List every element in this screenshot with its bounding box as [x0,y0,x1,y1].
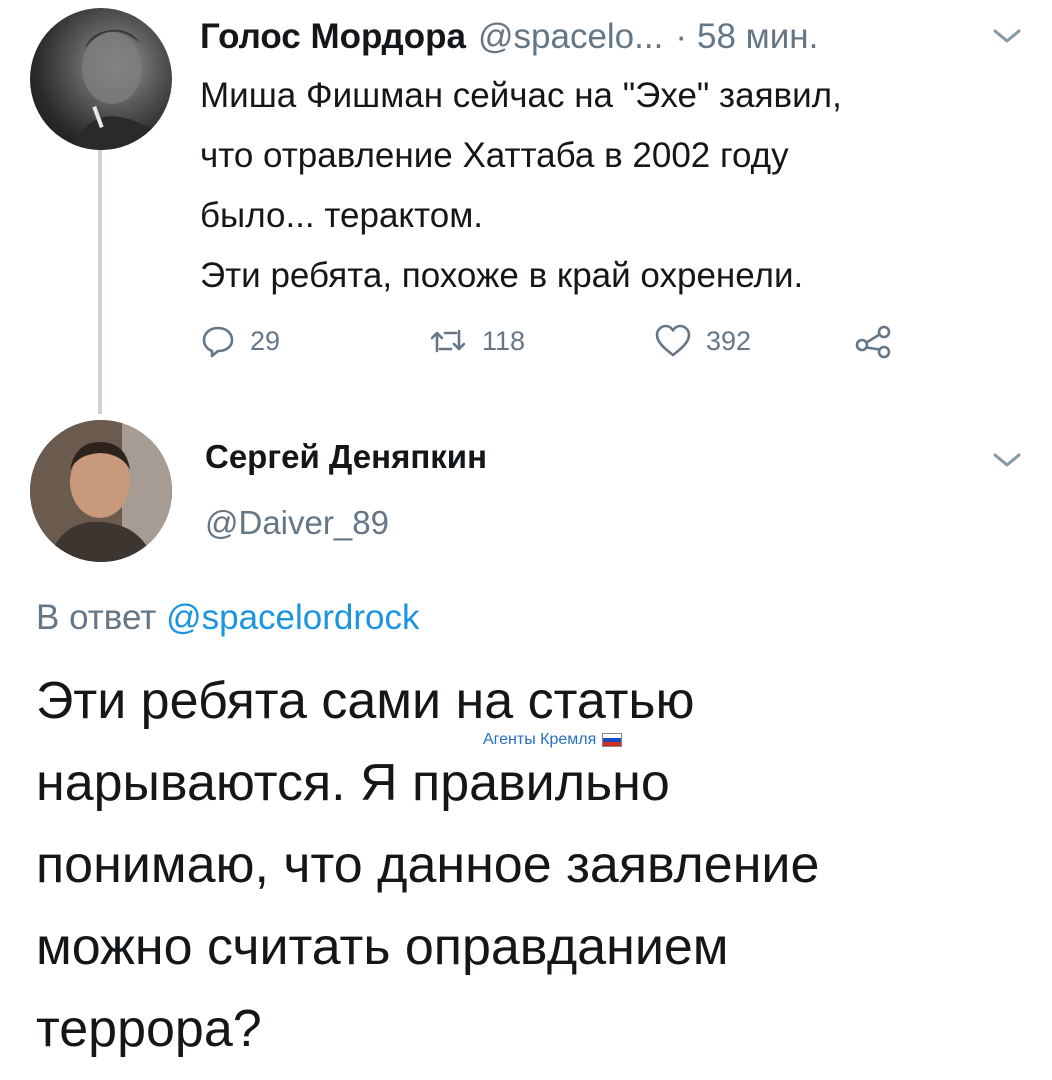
tweet1-text-line: что отравление Хаттаба в 2002 году [200,136,789,175]
reply-button[interactable]: 29 [200,323,428,359]
reply-context: В ответ @spacelordrock [36,598,420,638]
retweet-button[interactable]: 118 [428,323,654,359]
tweet2-author-handle[interactable]: @Daiver_89 [205,504,389,542]
reply-count: 29 [250,325,281,356]
tweet2-text-line: Эти ребята сами на статью [36,672,695,730]
tweet2-text-line: террора? [36,1000,262,1058]
like-count: 392 [706,325,752,356]
chevron-down-icon[interactable] [990,24,1024,48]
thread-connector-line [98,150,102,414]
retweet-icon [430,329,466,353]
avatar-image [30,420,172,562]
avatar-image [70,29,172,150]
tweet1-author-name[interactable]: Голос Мордора [200,17,466,57]
tweet1-text-line: Миша Фишман сейчас на "Эхе" заявил, [200,76,842,115]
share-button[interactable] [854,323,894,359]
russia-flag-icon [602,733,623,747]
reply-mention-link[interactable]: @spacelordrock [166,598,419,637]
tweet2-text-line: можно считать оправданием [36,918,729,976]
tweet1-text-line: Эти ребята, похоже в край охренели. [200,256,804,295]
reply-icon [202,326,234,358]
tweet1-text: Миша Фишман сейчас на "Эхе" заявил, что … [200,66,1030,306]
tweet1-text-line: было... терактом. [200,196,484,235]
retweet-count: 118 [482,325,526,356]
avatar-sergey-denyapkin[interactable] [30,420,172,562]
tweet1-action-bar: 29 118 392 [200,316,894,366]
tweet2-text-line: понимаю, что данное заявление [36,836,820,894]
watermark: Агенты Кремля [483,731,623,749]
tweet2-text: Эти ребята сами на статью нарываются. Я … [36,660,1036,1070]
chevron-down-icon[interactable] [990,448,1024,472]
tweet1-timestamp[interactable]: 58 мин. [697,17,818,57]
watermark-text: Агенты Кремля [483,731,597,748]
tweet2-text-line: нарываются. Я правильно [36,754,670,812]
avatar-golos-mordora[interactable] [30,8,172,150]
reply-prefix: В ответ [36,598,157,637]
tweet1-separator: · [675,17,687,56]
like-button[interactable]: 392 [654,323,854,359]
tweet2-author-name[interactable]: Сергей Деняпкин [205,438,487,476]
tweet1-author-handle[interactable]: @spacelo... [478,17,663,57]
share-icon [855,325,891,359]
tweet1-header: Голос Мордора @spacelo... · 58 мин. [200,12,818,62]
like-icon [655,324,691,357]
